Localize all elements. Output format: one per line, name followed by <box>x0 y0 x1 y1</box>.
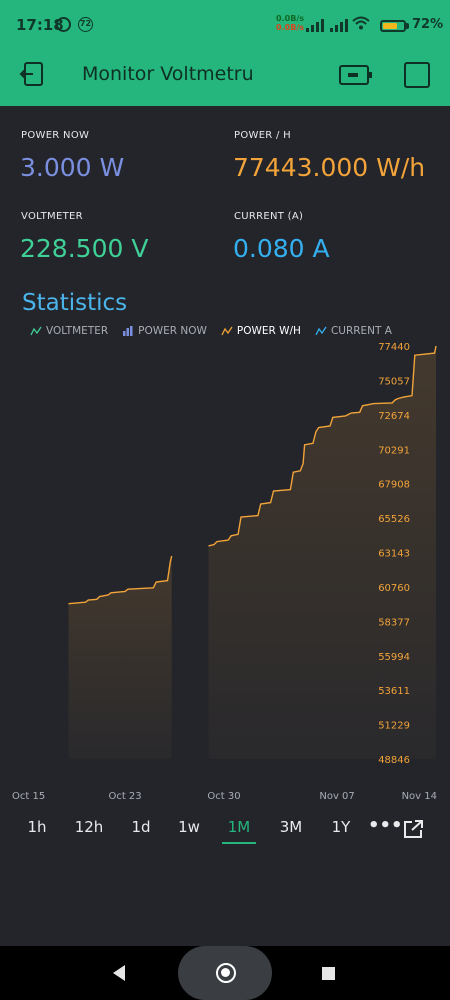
battery-percent: 72% <box>412 17 444 32</box>
x-tick-label: Oct 30 <box>207 791 240 802</box>
range-12h[interactable]: 12h <box>72 812 106 844</box>
net-down-speed: 0.0B/s <box>276 23 304 32</box>
legend-label: POWER W/H <box>236 325 301 337</box>
x-tick-label: Nov 07 <box>319 791 354 802</box>
x-tick-label: Oct 23 <box>108 791 141 802</box>
y-tick-label: 63143 <box>378 549 410 560</box>
range-1m[interactable]: 1M <box>222 812 256 844</box>
recents-icon[interactable] <box>322 967 335 980</box>
range-3m[interactable]: 3M <box>275 812 307 844</box>
line-series-icon <box>315 326 327 336</box>
x-tick-label: Nov 14 <box>402 791 437 802</box>
legend-item-current[interactable]: CURRENT A <box>315 325 392 337</box>
app-bar: Monitor Voltmetru <box>0 44 450 106</box>
signal-icon <box>306 18 324 32</box>
metric-value-power-now: 3.000 W <box>20 153 125 182</box>
back-icon[interactable] <box>110 963 128 983</box>
y-tick-label: 75057 <box>378 376 410 387</box>
metric-value-voltmeter: 228.500 V <box>20 234 149 263</box>
network-speed: 0.0B/s 0.0B/s <box>262 14 304 32</box>
metric-value-current: 0.080 A <box>233 234 330 263</box>
range-1d[interactable]: 1d <box>127 812 155 844</box>
line-series-icon <box>221 326 233 336</box>
notification-badge-icon: 72 <box>78 17 93 32</box>
app-title: Monitor Voltmetru <box>82 63 254 85</box>
home-icon[interactable] <box>216 963 236 983</box>
range-1w[interactable]: 1w <box>174 812 204 844</box>
metric-label-voltmeter: VOLTMETER <box>21 211 83 222</box>
series-area-segment <box>68 556 172 759</box>
bar-series-icon <box>123 326 133 336</box>
y-tick-label: 70291 <box>378 445 410 456</box>
exit-icon[interactable] <box>18 60 46 88</box>
legend-label: POWER NOW <box>138 325 207 337</box>
y-tick-label: 48846 <box>378 755 410 766</box>
time-range-selector: 1h 12h 1d 1w 1M 3M 1Y ••• <box>0 812 450 846</box>
metric-label-power-now: POWER NOW <box>21 130 90 141</box>
y-tick-label: 72674 <box>378 411 410 422</box>
device-icon[interactable] <box>338 64 372 86</box>
battery-icon <box>380 20 406 32</box>
y-tick-label: 53611 <box>378 686 410 697</box>
signal-icon <box>330 18 348 32</box>
status-bar: 17:18 72 0.0B/s 0.0B/s 72% <box>0 0 450 44</box>
battery-level <box>383 23 397 29</box>
power-chart[interactable]: 77440 75057 72674 70291 67908 65526 63143 60760… <box>0 340 450 810</box>
x-tick-label: Oct 15 <box>12 791 45 802</box>
y-tick-label: 51229 <box>378 721 410 732</box>
range-1y[interactable]: 1Y <box>327 812 355 844</box>
range-1h[interactable]: 1h <box>22 812 52 844</box>
more-icon[interactable]: ••• <box>368 812 403 842</box>
metric-label-power-per-hour: POWER / H <box>234 130 292 141</box>
legend-item-voltmeter[interactable]: VOLTMETER <box>30 325 108 337</box>
y-tick-label: 55994 <box>378 652 410 663</box>
metric-value-power-per-hour: 77443.000 W/h <box>233 153 426 182</box>
y-tick-label: 65526 <box>378 514 410 525</box>
y-tick-label: 58377 <box>378 617 410 628</box>
wifi-icon <box>352 16 370 34</box>
y-tick-label: 77440 <box>378 342 410 353</box>
chart-legend: VOLTMETER POWER NOW POWER W/H CURRENT A <box>30 324 406 338</box>
legend-label: VOLTMETER <box>46 325 109 337</box>
line-series-icon <box>30 326 42 336</box>
legend-item-power-wh[interactable]: POWER W/H <box>221 325 301 337</box>
y-tick-label: 60760 <box>378 583 410 594</box>
legend-label: CURRENT A <box>330 325 392 337</box>
app-screen: 17:18 72 0.0B/s 0.0B/s 72% Monitor Voltm… <box>0 0 450 1000</box>
square-icon[interactable] <box>404 62 430 88</box>
alarm-icon <box>56 17 71 32</box>
net-up-speed: 0.0B/s <box>276 14 304 23</box>
y-tick-label: 67908 <box>378 480 410 491</box>
system-nav-bar <box>0 946 450 1000</box>
share-icon[interactable] <box>402 819 426 839</box>
legend-item-power-now[interactable]: POWER NOW <box>122 325 207 337</box>
metric-label-current: CURRENT (A) <box>234 211 304 222</box>
statistics-title: Statistics <box>22 290 128 316</box>
